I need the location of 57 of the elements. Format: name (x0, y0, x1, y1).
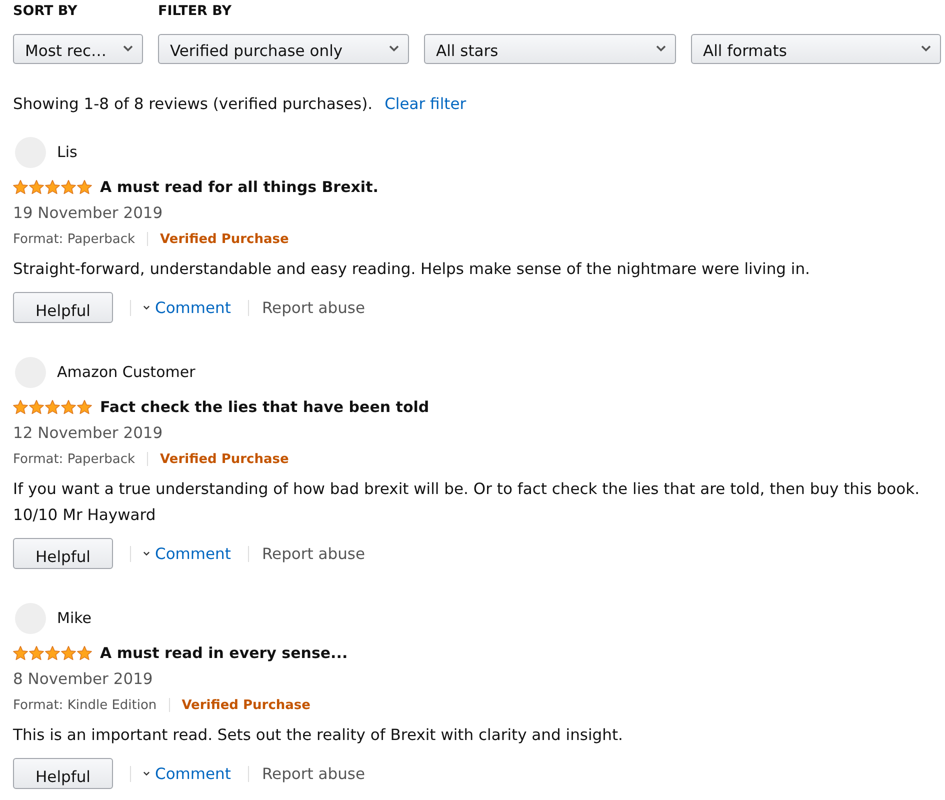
reviewer-name: Amazon Customer (57, 363, 196, 381)
star-icon (77, 180, 92, 194)
format-label: Format: Kindle Edition (13, 698, 157, 712)
helpful-button[interactable]: Helpful (13, 758, 113, 789)
star-icon (61, 400, 76, 414)
star-icon (29, 646, 44, 660)
filter-label: FILTER BY (158, 2, 232, 21)
results-summary: Showing 1-8 of 8 reviews (verified purchases). (13, 94, 373, 115)
review-text: This is an important read. Sets out the reality of Brexit with clarity and insight. (13, 725, 624, 746)
verified-purchase-label: Verified Purchase (160, 452, 289, 466)
review-title: A must read for all things Brexit. (100, 178, 378, 196)
chevron-down-icon (123, 45, 133, 52)
caret-icon (143, 771, 150, 776)
review-text: Straight-forward, understandable and easy reading. Helps make sense of the nightmare were living in. (13, 259, 811, 280)
comment-link[interactable]: Comment (143, 764, 231, 782)
report-abuse-link[interactable]: Report abuse (262, 764, 366, 782)
helpful-button[interactable]: Helpful (13, 292, 113, 323)
star-icon (13, 180, 28, 194)
report-abuse-link[interactable]: Report abuse (262, 544, 366, 562)
star-icon (45, 400, 60, 414)
filter-dropdown[interactable]: Verified purchase only (158, 34, 409, 64)
star-icon (61, 180, 76, 194)
star-icon (45, 180, 60, 194)
review-title: Fact check the lies that have been told (100, 398, 430, 416)
reviewer-name: Lis (57, 143, 78, 161)
star-icon (77, 646, 92, 660)
review-date: 19 November 2019 (13, 203, 164, 224)
review-date: 8 November 2019 (13, 669, 154, 690)
star-icon (13, 400, 28, 414)
star-icon (45, 646, 60, 660)
chevron-down-icon (921, 45, 931, 52)
review-title: A must read in every sense... (100, 644, 348, 662)
chevron-down-icon (656, 45, 666, 52)
star-icon (29, 180, 44, 194)
format-label: Format: Paperback (13, 452, 136, 466)
comment-link[interactable]: Comment (143, 298, 231, 316)
chevron-down-icon (389, 45, 399, 52)
star-icon (29, 400, 44, 414)
star-icon (61, 646, 76, 660)
sort-dropdown[interactable]: Most rec… (13, 34, 143, 64)
star-icon (13, 646, 28, 660)
filter-dropdown[interactable]: All formats (691, 34, 941, 64)
clear-filter-link[interactable]: Clear filter (384, 92, 466, 116)
helpful-button[interactable]: Helpful (13, 538, 113, 569)
reviewer-name: Mike (57, 609, 92, 627)
verified-purchase-label: Verified Purchase (160, 232, 289, 246)
star-icon (77, 400, 92, 414)
filter-dropdown[interactable]: All stars (424, 34, 676, 64)
caret-icon (143, 551, 150, 556)
review-text: If you want a true understanding of how bad brexit will be. Or to fact check the lies that are told, then buy this book. 10/10 Mr Hayward (13, 479, 921, 526)
sort-label: SORT BY (13, 2, 78, 21)
caret-icon (143, 305, 150, 310)
report-abuse-link[interactable]: Report abuse (262, 298, 366, 316)
format-label: Format: Paperback (13, 232, 136, 246)
comment-link[interactable]: Comment (143, 544, 231, 562)
verified-purchase-label: Verified Purchase (182, 698, 310, 712)
review-date: 12 November 2019 (13, 423, 164, 444)
